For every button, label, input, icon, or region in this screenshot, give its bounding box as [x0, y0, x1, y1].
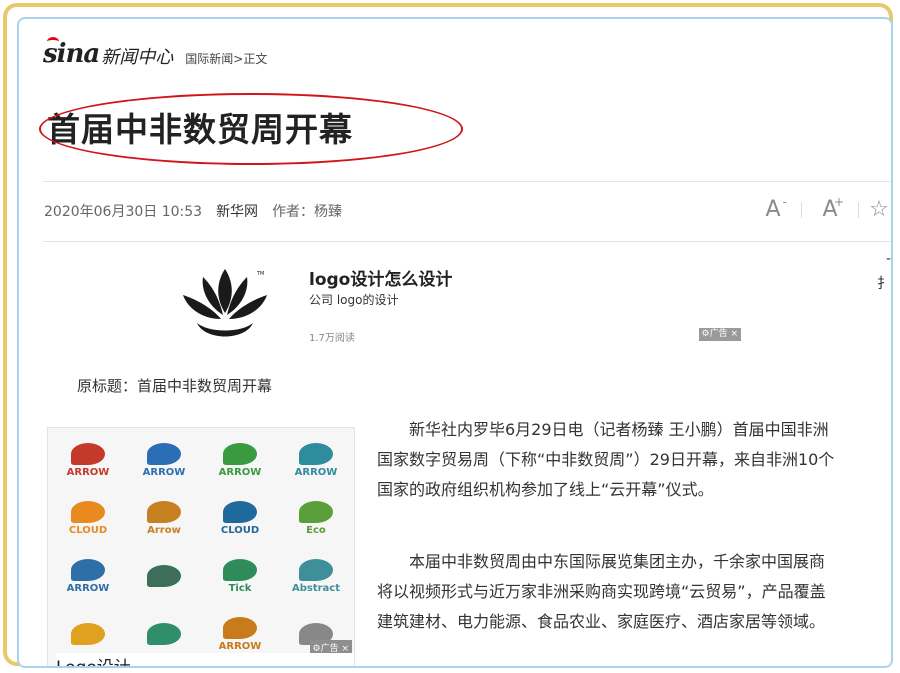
right-edge-fragment: -: [885, 251, 891, 267]
logo-tile: CLOUD: [50, 490, 126, 546]
logo-tile: CLOUD: [202, 490, 278, 546]
tool-divider: [858, 201, 859, 218]
logo-tile: ARROW: [278, 432, 354, 488]
logo-mark-icon: [299, 442, 333, 465]
breadcrumb-separator: >: [233, 52, 244, 66]
logo-tile: ARROW: [50, 548, 126, 604]
logo-mark-icon: [223, 442, 257, 465]
breadcrumb: 国际新闻>正文: [185, 53, 267, 67]
site-header: sina 新闻中心 国际新闻>正文: [43, 33, 267, 67]
article-paragraph: 本届中非数贸周由中东国际展览集团主办，千余家中国展商将以视频形式与近万家非洲采购…: [377, 552, 826, 631]
tool-divider: [801, 201, 802, 218]
font-decrease-button[interactable]: A-: [753, 195, 793, 222]
logo-tile: ARROW: [50, 432, 126, 488]
logo-tile: [126, 548, 202, 604]
article-title: 首届中非数贸周开幕: [47, 110, 353, 149]
breadcrumb-current: 正文: [243, 52, 268, 66]
image-ad-logo-grid[interactable]: ARROW ARROW ARROW ARROW CLOUD Arrow CLOUD Eco AR…: [47, 427, 355, 666]
breadcrumb-category-link[interactable]: 国际新闻: [185, 52, 233, 66]
sina-logo[interactable]: sina: [43, 37, 100, 67]
logo-mark-icon: [71, 623, 105, 645]
article-paragraph: 新华社内罗毕6月29日电（记者杨臻 王小鹏）首届中国非洲国家数字贸易周（下称“中…: [377, 420, 835, 499]
logo-tile: Arrow: [126, 490, 202, 546]
image-ad-caption: Logo设计: [56, 653, 354, 666]
logo-tile-text: ARROW: [294, 466, 338, 478]
article-source-link[interactable]: 新华网: [216, 201, 258, 221]
logo-tile-text: ARROW: [66, 582, 110, 594]
logo-mark-icon: [147, 442, 181, 465]
favorite-star-icon[interactable]: ☆: [867, 197, 891, 222]
original-title-line: 原标题：首届中非数贸周开幕: [77, 377, 273, 395]
logo-tile-text: ARROW: [66, 466, 110, 478]
logo-tile-text: ARROW: [218, 466, 262, 478]
article-author: 作者：杨臻: [272, 204, 343, 220]
meta-divider: [43, 241, 891, 242]
logo-mark-icon: [223, 616, 257, 639]
logo-mark-icon: [147, 623, 181, 645]
page-viewport: sina 新闻中心 国际新闻>正文 首届中非数贸周开幕 2020年06月30日 …: [17, 17, 893, 668]
logo-mark-icon: [71, 500, 105, 523]
logo-tile-text: Arrow: [147, 524, 181, 536]
logo-tile-text: ARROW: [142, 466, 186, 478]
title-divider: [43, 181, 891, 182]
logo-tile: Tick: [202, 548, 278, 604]
news-center-label[interactable]: 新闻中心: [101, 49, 173, 67]
font-size-tools: A- A + ☆: [753, 195, 891, 222]
logo-tile-text: Tick: [228, 582, 252, 594]
logo-mark-icon: [299, 558, 333, 581]
logo-mark-icon: [71, 442, 105, 465]
logo-tile: Abstract: [278, 548, 354, 604]
logo-mark-icon: [299, 500, 333, 523]
logo-mark-icon: [71, 558, 105, 581]
sponsored-title[interactable]: logo设计怎么设计: [309, 265, 452, 290]
outer-frame: sina 新闻中心 国际新闻>正文 首届中非数贸周开幕 2020年06月30日 …: [3, 3, 893, 668]
sponsored-read-count: 1.7万阅读: [309, 333, 355, 344]
logo-tile-text: Eco: [306, 524, 326, 536]
font-increase-button[interactable]: A +: [810, 195, 850, 222]
sponsored-card[interactable]: TM logo设计怎么设计 公司 logo的设计 1.7万阅读 ⚙广告 ×: [179, 255, 741, 345]
publish-datetime: 2020年06月30日 10:53: [44, 204, 203, 220]
logo-tile-text: CLOUD: [68, 524, 108, 536]
logo-mark-icon: [223, 558, 257, 581]
right-edge-fragment: 扌: [877, 276, 891, 292]
logo-tile: ARROW: [202, 432, 278, 488]
sponsored-subtitle: 公司 logo的设计: [309, 293, 399, 307]
article-meta: 2020年06月30日 10:53 新华网 作者：杨臻: [44, 201, 342, 221]
logo-tile-text: CLOUD: [220, 524, 260, 536]
sina-logo-eye-icon: [47, 37, 59, 46]
logo-tile: ARROW: [126, 432, 202, 488]
logo-mark-icon: [147, 565, 181, 587]
logo-mark-icon: [147, 500, 181, 523]
lotus-logo-image: TM: [183, 269, 267, 337]
svg-text:TM: TM: [256, 271, 264, 277]
logo-tile-text: Abstract: [291, 582, 341, 594]
logo-tile: Eco: [278, 490, 354, 546]
logo-tile-text: ARROW: [218, 640, 262, 652]
logo-mark-icon: [223, 500, 257, 523]
ad-badge-close-button[interactable]: ⚙广告 ×: [698, 328, 741, 341]
